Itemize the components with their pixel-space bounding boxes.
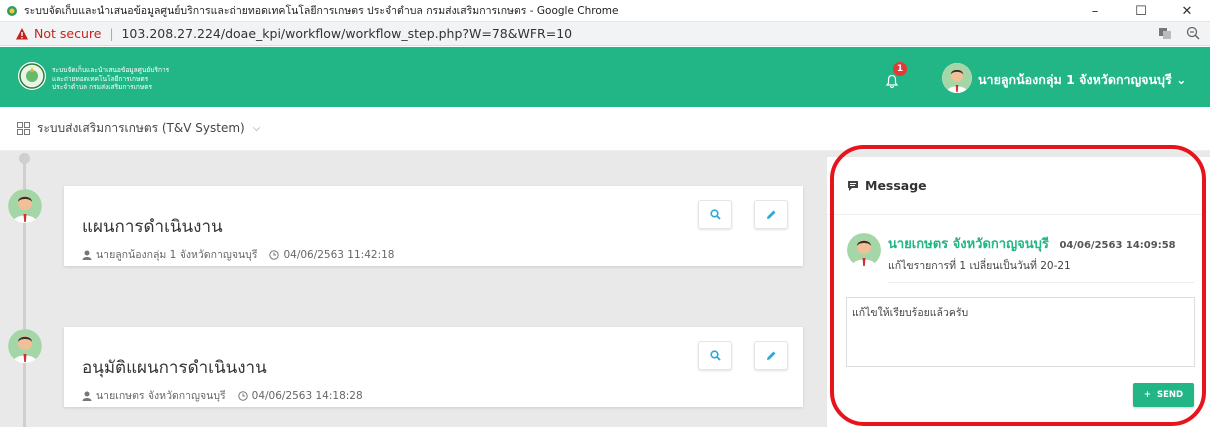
maximize-button[interactable]: ☐ — [1118, 0, 1164, 22]
step-title: อนุมัติแผนการดำเนินงาน — [82, 358, 267, 378]
user-icon — [82, 391, 92, 401]
user-avatar[interactable] — [942, 63, 972, 93]
step-avatar — [8, 189, 42, 223]
notification-badge: 1 — [893, 62, 907, 76]
send-button[interactable]: + SEND — [1133, 383, 1194, 407]
department-logo[interactable] — [18, 62, 46, 90]
grid-icon[interactable] — [17, 122, 30, 135]
edit-button[interactable] — [754, 200, 788, 229]
app-header: ระบบจัดเก็บและนำเสนอข้อมูลศูนย์บริการ แล… — [0, 47, 1210, 107]
system-selector[interactable]: ระบบส่งเสริมการเกษตร (T&V System) — [37, 119, 245, 138]
brand-text: ระบบจัดเก็บและนำเสนอข้อมูลศูนย์บริการ แล… — [52, 66, 169, 92]
workflow-step-card: แผนการดำเนินงาน นายลูกน้องกลุ่ม 1 จังหวั… — [64, 186, 803, 266]
step-title: แผนการดำเนินงาน — [82, 217, 223, 237]
window-title: ระบบจัดเก็บและนำเสนอข้อมูลศูนย์บริการและ… — [24, 5, 619, 17]
brand-line-2: และถ่ายทอดเทคโนโลยีการเกษตร — [52, 74, 149, 83]
edit-button[interactable] — [754, 341, 788, 370]
address-separator: | — [109, 26, 114, 41]
comment-icon — [848, 180, 858, 191]
clock-icon — [237, 390, 248, 401]
reply-textarea[interactable]: แก้ไขให้เรียบร้อยแล้วครับ — [846, 297, 1195, 367]
site-favicon-icon — [7, 5, 17, 16]
step-author: นายลูกน้องกลุ่ม 1 จังหวัดกาญจนบุรี — [96, 249, 258, 261]
step-avatar — [8, 329, 42, 363]
browser-title-bar: ระบบจัดเก็บและนำเสนอข้อมูลศูนย์บริการและ… — [0, 0, 1210, 22]
address-bar[interactable]: Not secure | 103.208.27.224/doae_kpi/wor… — [0, 22, 1210, 46]
url-text[interactable]: 103.208.27.224/doae_kpi/workflow/workflo… — [121, 26, 572, 41]
workflow-step-card: อนุมัติแผนการดำเนินงาน นายเกษตร จังหวัดก… — [64, 327, 803, 407]
system-nav: ระบบส่งเสริมการเกษตร (T&V System) ⌵ — [0, 107, 1210, 151]
brand-line-3: ประจำตำบล กรมส่งเสริมการเกษตร — [52, 83, 153, 91]
message-header: นายเกษตร จังหวัดกาญจนบุรี 04/06/2563 14:… — [888, 233, 1176, 254]
address-bar-actions — [1158, 26, 1200, 40]
minimize-button[interactable]: – — [1072, 0, 1118, 22]
step-meta: นายเกษตร จังหวัดกาญจนบุรี 04/06/2563 14:… — [82, 387, 363, 404]
divider — [888, 282, 1194, 283]
plus-icon: + — [1143, 390, 1151, 400]
step-author: นายเกษตร จังหวัดกาญจนบุรี — [96, 390, 226, 402]
clock-icon — [269, 249, 280, 260]
message-text: แก้ไขรายการที่ 1 เปลี่ยนเป็นวันที่ 20-21 — [888, 260, 1071, 272]
step-timestamp: 04/06/2563 14:18:28 — [251, 389, 363, 402]
send-label: SEND — [1157, 390, 1184, 400]
notification-bell-icon[interactable] — [885, 74, 899, 88]
window-controls: – ☐ ✕ — [1072, 0, 1210, 22]
zoom-icon[interactable] — [1186, 26, 1200, 40]
message-panel: Message นายเกษตร จังหวัดกาญจนบุรี 04/06/… — [827, 157, 1210, 427]
message-author-avatar — [847, 233, 881, 267]
message-heading: Message — [847, 178, 927, 193]
message-timestamp: 04/06/2563 14:09:58 — [1059, 240, 1176, 251]
message-author: นายเกษตร จังหวัดกาญจนบุรี — [888, 237, 1049, 252]
not-secure-label[interactable]: Not secure — [34, 26, 101, 41]
chevron-down-icon: ⌄ — [1176, 72, 1187, 87]
pencil-icon — [766, 210, 775, 219]
divider — [827, 214, 1202, 215]
search-icon — [709, 350, 721, 361]
step-meta: นายลูกน้องกลุ่ม 1 จังหวัดกาญจนบุรี 04/06… — [82, 246, 394, 263]
view-button[interactable] — [698, 341, 732, 370]
close-window-button[interactable]: ✕ — [1164, 0, 1210, 22]
pencil-icon — [766, 351, 775, 360]
user-icon — [82, 250, 92, 260]
warning-icon[interactable] — [15, 27, 29, 41]
timeline-start-dot — [19, 153, 30, 164]
view-button[interactable] — [698, 200, 732, 229]
brand-line-1: ระบบจัดเก็บและนำเสนอข้อมูลศูนย์บริการ — [52, 66, 170, 74]
user-name-label: นายลูกน้องกลุ่ม 1 จังหวัดกาญจนบุรี — [978, 72, 1172, 87]
search-icon — [709, 209, 721, 220]
chevron-down-icon[interactable]: ⌵ — [253, 123, 261, 134]
user-menu[interactable]: นายลูกน้องกลุ่ม 1 จังหวัดกาญจนบุรี ⌄ — [978, 70, 1187, 90]
translate-icon[interactable] — [1158, 26, 1172, 40]
message-heading-label: Message — [865, 178, 927, 193]
step-timestamp: 04/06/2563 11:42:18 — [283, 248, 395, 261]
